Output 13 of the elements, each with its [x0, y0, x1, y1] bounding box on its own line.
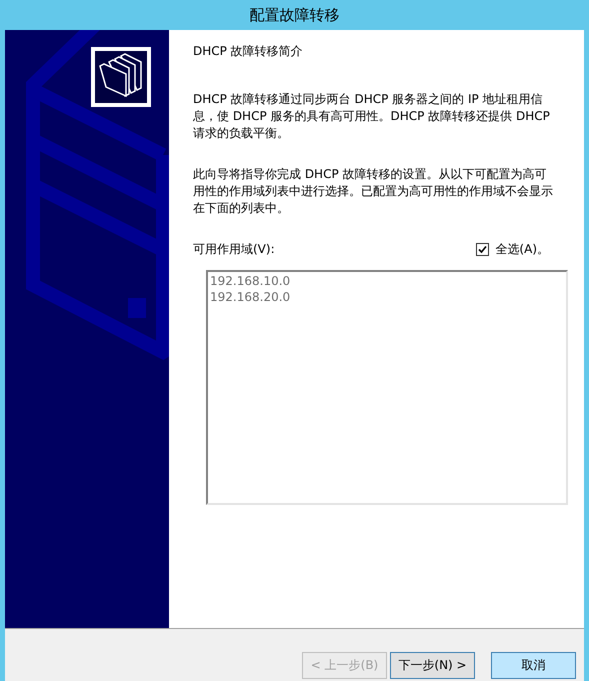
window-title: 配置故障转移: [250, 6, 340, 24]
list-label: 可用作用域(V):: [193, 241, 275, 258]
description-text: 此向导将指导你完成 DHCP 故障转移的设置。从以下可配置为高可用性的作用域列表中进行选择。已配置为高可用性的作用域不会显示在下面的列表中。: [193, 166, 554, 217]
dialog-button[interactable]: 下一步(N) >: [390, 652, 475, 678]
list-item[interactable]: 192.168.20.0: [210, 289, 290, 305]
list-item[interactable]: 192.168.10.0: [210, 273, 290, 289]
checkbox-label: 全选(A)。: [495, 241, 549, 258]
dialog-button[interactable]: 取消: [491, 652, 576, 678]
folder-icon: [91, 47, 151, 107]
select-all-checkbox[interactable]: [476, 243, 490, 256]
section-heading: DHCP 故障转移简介: [193, 43, 304, 60]
description-text: DHCP 故障转移通过同步两台 DHCP 服务器之间的 IP 地址租用信息，使 DHCP 服务的具有高可用性。DHCP 故障转移还提供 DHCP 请求的负载平衡。: [193, 91, 551, 142]
scope-list[interactable]: 192.168.10.0 192.168.20.0: [206, 270, 568, 505]
